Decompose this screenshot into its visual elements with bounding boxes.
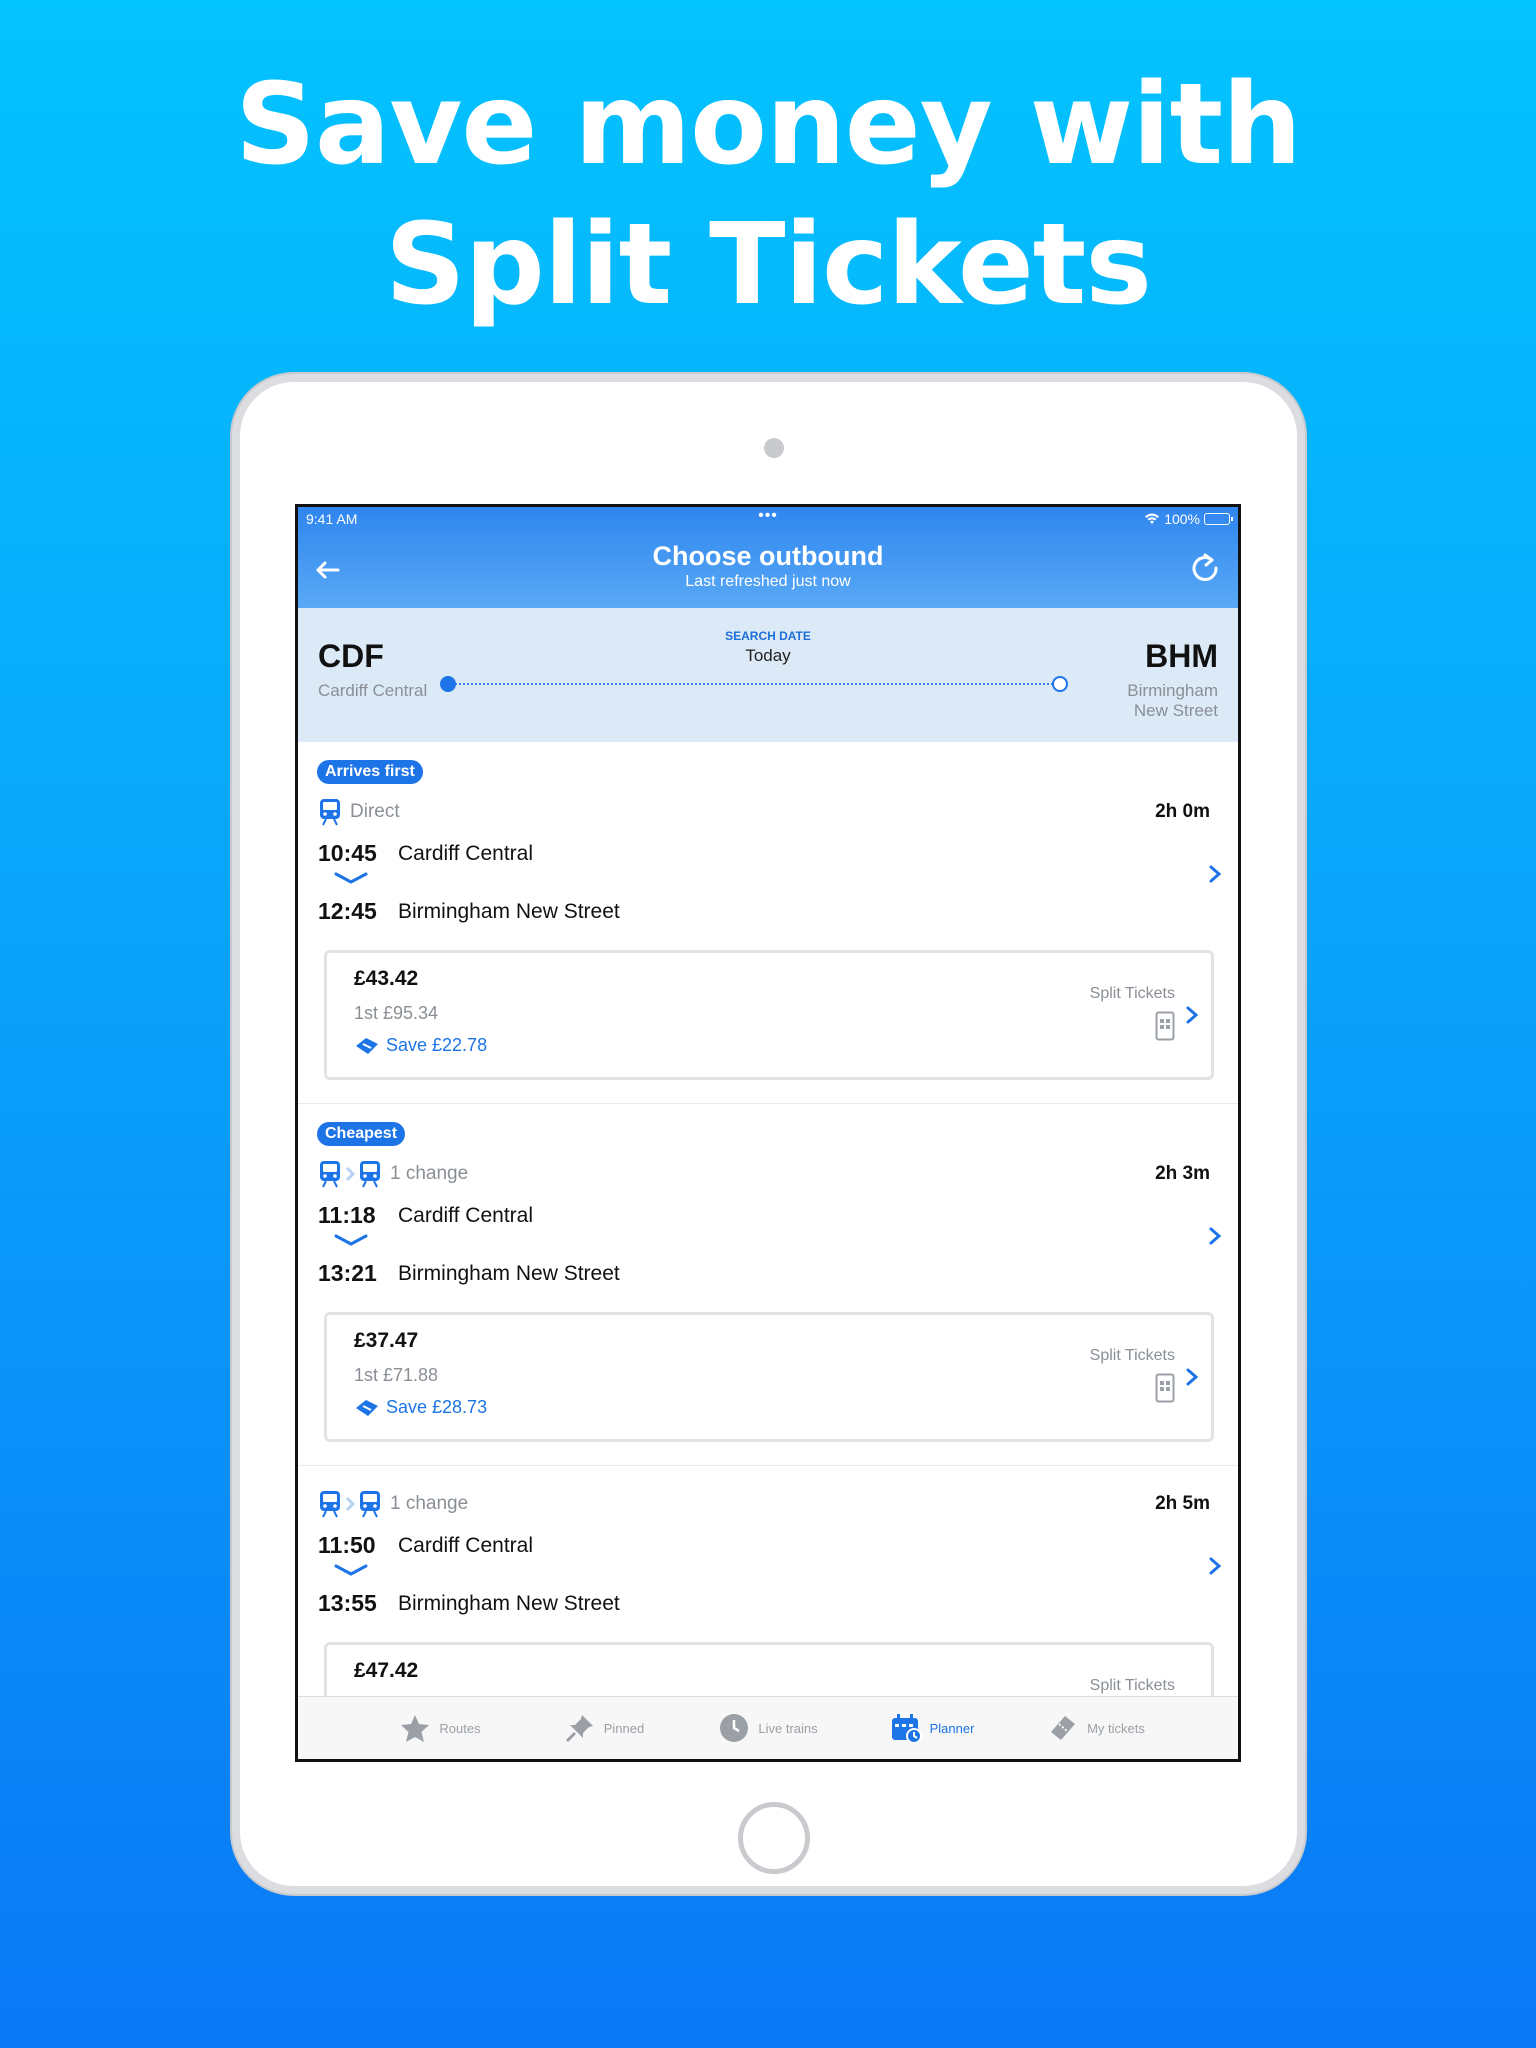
origin-dot bbox=[440, 676, 456, 692]
mobile-ticket-icon bbox=[1155, 1373, 1175, 1403]
calendar-icon bbox=[891, 1714, 922, 1744]
star-icon bbox=[401, 1715, 430, 1742]
changes-label: Direct bbox=[350, 801, 400, 822]
chevron-down-icon bbox=[334, 1564, 368, 1576]
savings: Save £22.78 bbox=[354, 1035, 487, 1056]
train-icon bbox=[360, 1491, 380, 1518]
tab-live-trains[interactable]: Live trains bbox=[686, 1697, 850, 1759]
wifi-icon bbox=[1145, 513, 1160, 524]
chevron-down-icon bbox=[334, 872, 368, 884]
tab-pinned[interactable]: Pinned bbox=[522, 1697, 686, 1759]
clock-icon bbox=[720, 1714, 749, 1742]
fare-type: Split Tickets bbox=[1089, 1677, 1175, 1694]
depart-time: 11:50 bbox=[318, 1532, 376, 1558]
fare-type: Split Tickets bbox=[1089, 985, 1175, 1002]
train-icon bbox=[360, 1161, 380, 1188]
first-class-price: 1st £95.34 bbox=[354, 1003, 439, 1023]
arrive-station: Birmingham New Street bbox=[398, 1592, 620, 1615]
ticket-tag-icon bbox=[356, 1037, 378, 1054]
fare-price: £47.42 bbox=[354, 1659, 419, 1682]
chevron-right-icon bbox=[1186, 1006, 1199, 1024]
multitask-dots: ••• bbox=[758, 507, 778, 524]
badge-arrives-first: Arrives first bbox=[317, 760, 423, 784]
tab-my-tickets[interactable]: My tickets bbox=[1014, 1697, 1178, 1759]
depart-station: Cardiff Central bbox=[398, 842, 534, 865]
page-title: Choose outbound bbox=[652, 541, 884, 571]
fare-card[interactable]: £43.42 1st £95.34 Save £22.78 Split Tick… bbox=[324, 950, 1214, 1080]
refresh-icon[interactable] bbox=[1188, 551, 1222, 585]
depart-station: Cardiff Central bbox=[398, 1204, 534, 1227]
journey-duration: 2h 5m bbox=[1155, 1493, 1210, 1514]
fare-type: Split Tickets bbox=[1089, 1347, 1175, 1364]
changes-label: 1 change bbox=[390, 1163, 469, 1184]
pin-icon bbox=[565, 1715, 593, 1743]
route-line bbox=[448, 683, 1056, 685]
app-screen: 9:41 AM ••• 100% Choose outbound Last re… bbox=[295, 504, 1241, 1762]
home-button bbox=[738, 1802, 810, 1874]
fare-price: £37.47 bbox=[354, 1329, 419, 1352]
arrive-time: 13:21 bbox=[318, 1260, 377, 1286]
journey-list: Arrives first Direct 2h 0m 10:45 Cardiff… bbox=[298, 742, 1238, 1759]
headline-line-2: Split Tickets bbox=[385, 200, 1152, 330]
arrive-station: Birmingham New Street bbox=[398, 900, 620, 923]
chevron-right-icon[interactable] bbox=[1208, 1556, 1222, 1576]
arrive-time: 12:45 bbox=[318, 898, 377, 924]
arrive-time: 13:55 bbox=[318, 1590, 377, 1616]
fare-price: £43.42 bbox=[354, 967, 419, 990]
headline: Save money with Split Tickets bbox=[0, 55, 1536, 335]
depart-time: 10:45 bbox=[318, 840, 377, 866]
tab-planner[interactable]: Planner bbox=[850, 1697, 1014, 1759]
mobile-ticket-icon bbox=[1155, 1011, 1175, 1041]
tab-bar: Routes Pinned Live trains Planner My tic… bbox=[298, 1696, 1238, 1759]
destination-name: Birmingham New Street bbox=[1127, 681, 1218, 720]
battery-percent: 100% bbox=[1164, 511, 1200, 527]
journey-meta: Direct bbox=[318, 798, 1218, 826]
origin-name: Cardiff Central bbox=[318, 681, 428, 700]
first-class-price: 1st £71.88 bbox=[354, 1365, 439, 1385]
search-date-label: SEARCH DATE bbox=[725, 629, 811, 643]
camera bbox=[764, 438, 784, 458]
navigation-bar: 9:41 AM ••• 100% Choose outbound Last re… bbox=[298, 507, 1238, 608]
last-refreshed: Last refreshed just now bbox=[685, 573, 851, 590]
chevron-right-icon bbox=[1186, 1368, 1199, 1386]
arrive-station: Birmingham New Street bbox=[398, 1262, 620, 1285]
journey-item[interactable]: Cheapest 1 change 2h 3m 11:18 Cardiff Ce… bbox=[298, 1104, 1238, 1466]
tab-routes[interactable]: Routes bbox=[358, 1697, 522, 1759]
journey-item[interactable]: Arrives first Direct 2h 0m 10:45 Cardiff… bbox=[298, 742, 1238, 1104]
journey-duration: 2h 0m bbox=[1155, 801, 1210, 822]
journey-meta: 1 change bbox=[318, 1490, 1218, 1518]
depart-station: Cardiff Central bbox=[398, 1534, 534, 1557]
status-time: 9:41 AM bbox=[306, 511, 358, 527]
train-icon bbox=[320, 1491, 340, 1518]
status-bar: 9:41 AM ••• 100% bbox=[306, 507, 1233, 529]
journey-meta: 1 change bbox=[318, 1160, 1218, 1188]
status-right: 100% bbox=[1144, 511, 1233, 527]
chevron-right-icon[interactable] bbox=[1208, 864, 1222, 884]
train-icon bbox=[320, 799, 340, 826]
change-chevron-icon bbox=[345, 1496, 356, 1512]
changes-label: 1 change bbox=[390, 1493, 469, 1514]
change-chevron-icon bbox=[345, 1166, 356, 1182]
savings: Save £28.73 bbox=[354, 1397, 487, 1418]
train-icon bbox=[320, 1161, 340, 1188]
fare-card[interactable]: £37.47 1st £71.88 Save £28.73 Split Tick… bbox=[324, 1312, 1214, 1442]
badge-cheapest: Cheapest bbox=[317, 1122, 406, 1146]
destination-code: BHM bbox=[1145, 638, 1218, 674]
destination-dot bbox=[1052, 676, 1068, 692]
search-date[interactable]: Today bbox=[298, 646, 1238, 666]
chevron-down-icon bbox=[334, 1234, 368, 1246]
chevron-right-icon[interactable] bbox=[1208, 1226, 1222, 1246]
battery-icon bbox=[1204, 513, 1233, 525]
ticket-icon bbox=[1051, 1716, 1076, 1740]
journey-duration: 2h 3m bbox=[1155, 1163, 1210, 1184]
route-summary: CDF Cardiff Central SEARCH DATE Today BH… bbox=[298, 608, 1238, 742]
depart-time: 11:18 bbox=[318, 1202, 376, 1228]
ticket-tag-icon bbox=[356, 1399, 378, 1416]
headline-line-1: Save money with bbox=[235, 60, 1302, 190]
